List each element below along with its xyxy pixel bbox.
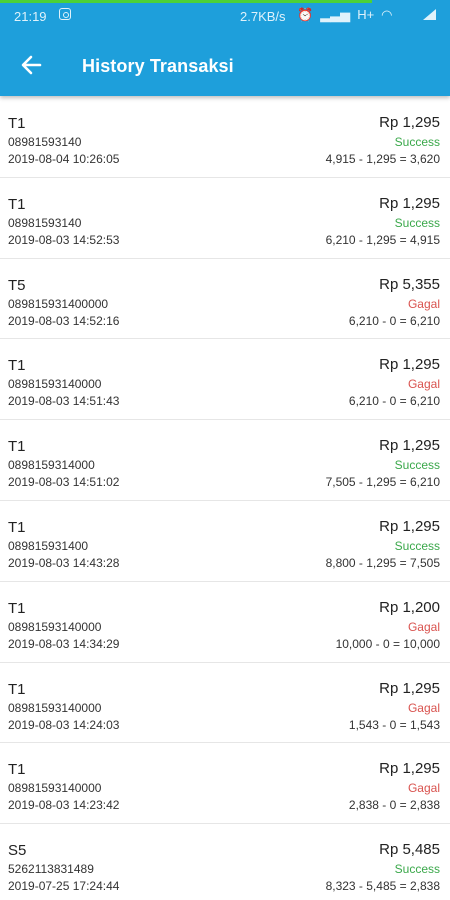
transaction-datetime: 2019-08-03 14:34:29 bbox=[8, 636, 120, 651]
phone-number: 08981593140000 bbox=[8, 781, 102, 796]
app-bar: 21:19 2.7KB/s ⏰ ▂▃▅ H+ ◠ History Transak… bbox=[0, 0, 450, 96]
status-bar: 21:19 2.7KB/s ⏰ ▂▃▅ H+ ◠ bbox=[0, 0, 450, 32]
network-speed: 2.7KB/s bbox=[240, 9, 286, 24]
transaction-amount: Rp 5,485 bbox=[379, 841, 440, 859]
product-code: S5 bbox=[8, 842, 27, 860]
product-code: T1 bbox=[8, 195, 26, 213]
transaction-amount: Rp 1,295 bbox=[379, 679, 440, 697]
balance-calculation: 10,000 - 0 = 10,000 bbox=[335, 636, 440, 651]
transaction-row[interactable]: T1 089815931400 2019-08-03 14:43:28 Rp 1,29… bbox=[0, 500, 450, 582]
transaction-datetime: 2019-08-03 14:52:16 bbox=[8, 313, 120, 328]
transaction-row[interactable]: T1 08981593140000 2019-08-03 14:24:03 Rp 1,… bbox=[0, 662, 450, 744]
transaction-row[interactable]: T1 0898159314000 2019-08-03 14:51:02 Rp 1,2… bbox=[0, 420, 450, 501]
transaction-datetime: 2019-07-25 17:24:44 bbox=[8, 879, 120, 894]
phone-number: 089815931400000 bbox=[8, 296, 109, 311]
wifi-icon: ◠ bbox=[381, 7, 393, 22]
signal-icon: ▂▃▅ bbox=[320, 7, 351, 22]
status-badge: Success bbox=[394, 458, 440, 473]
transaction-datetime: 2019-08-03 14:51:43 bbox=[8, 394, 120, 409]
battery-icon bbox=[423, 9, 436, 20]
status-badge: Gagal bbox=[407, 296, 440, 311]
transaction-row[interactable]: T1 08981593140000 2019-08-03 14:23:42 Rp 1,… bbox=[0, 743, 450, 825]
transaction-amount: Rp 1,200 bbox=[379, 598, 440, 616]
transaction-row[interactable]: T1 08981593140000 2019-08-03 14:34:29 Rp 1,… bbox=[0, 581, 450, 663]
transaction-amount: Rp 1,295 bbox=[379, 760, 440, 778]
network-H-icon: H+ bbox=[357, 7, 375, 22]
product-code: T1 bbox=[8, 761, 26, 779]
transaction-row[interactable]: T1 08981593140 2019-08-04 10:26:05 Rp 1,295… bbox=[0, 97, 450, 178]
transaction-amount: Rp 1,295 bbox=[379, 114, 440, 131]
balance-calculation: 6,210 - 0 = 6,210 bbox=[348, 313, 440, 328]
balance-calculation: 8,323 - 5,485 = 2,838 bbox=[325, 879, 440, 894]
transaction-amount: Rp 1,295 bbox=[379, 356, 440, 374]
phone-number: 08981593140000 bbox=[8, 619, 102, 634]
transaction-row[interactable]: S5 5262113831489 2019-07-25 17:24:44 Rp 5,4… bbox=[0, 824, 450, 900]
phone-number: 08981593140000 bbox=[8, 377, 102, 392]
balance-calculation: 8,800 - 1,295 = 7,505 bbox=[325, 555, 440, 570]
phone-number: 08981593140000 bbox=[8, 700, 102, 715]
instagram-icon bbox=[59, 8, 71, 20]
status-badge: Success bbox=[394, 862, 440, 877]
transaction-datetime: 2019-08-04 10:26:05 bbox=[8, 152, 120, 166]
balance-calculation: 6,210 - 1,295 = 4,915 bbox=[325, 232, 440, 247]
transaction-row[interactable]: T1 08981593140 2019-08-03 14:52:53 Rp 1,295… bbox=[0, 177, 450, 259]
transaction-datetime: 2019-08-03 14:43:28 bbox=[8, 555, 120, 570]
transaction-amount: Rp 1,295 bbox=[379, 437, 440, 455]
transaction-datetime: 2019-08-03 14:24:03 bbox=[8, 717, 120, 732]
balance-calculation: 4,915 - 1,295 = 3,620 bbox=[325, 152, 440, 166]
status-badge: Success bbox=[394, 215, 440, 230]
back-button[interactable] bbox=[14, 50, 50, 82]
status-badge: Success bbox=[394, 538, 440, 553]
transaction-datetime: 2019-08-03 14:23:42 bbox=[8, 798, 120, 813]
phone-number: 08981593140 bbox=[8, 215, 82, 230]
product-code: T5 bbox=[8, 276, 26, 294]
alarm-icon: ⏰ bbox=[297, 7, 314, 22]
balance-calculation: 2,838 - 0 = 2,838 bbox=[348, 798, 440, 813]
status-time: 21:19 bbox=[14, 9, 47, 24]
balance-calculation: 7,505 - 1,295 = 6,210 bbox=[325, 475, 440, 490]
status-badge: Gagal bbox=[407, 781, 440, 796]
status-badge: Success bbox=[394, 135, 440, 149]
product-code: T1 bbox=[8, 357, 26, 375]
product-code: T1 bbox=[8, 438, 26, 456]
balance-calculation: 6,210 - 0 = 6,210 bbox=[348, 394, 440, 409]
transaction-row[interactable]: T1 08981593140000 2019-08-03 14:51:43 Rp 1,… bbox=[0, 339, 450, 421]
phone-number: 08981593140 bbox=[8, 135, 82, 149]
transaction-list: T1 08981593140 2019-08-04 10:26:05 Rp 1,295… bbox=[0, 97, 450, 900]
transaction-datetime: 2019-08-03 14:52:53 bbox=[8, 232, 120, 247]
page-title: History Transaksi bbox=[82, 56, 234, 76]
transaction-amount: Rp 1,295 bbox=[379, 194, 440, 212]
product-code: T1 bbox=[8, 518, 26, 536]
phone-number: 5262113831489 bbox=[8, 862, 94, 877]
status-badge: Gagal bbox=[407, 700, 440, 715]
transaction-amount: Rp 5,355 bbox=[379, 275, 440, 293]
product-code: T1 bbox=[8, 115, 26, 132]
transaction-row[interactable]: T5 089815931400000 2019-08-03 14:52:16 Rp 5… bbox=[0, 258, 450, 340]
balance-calculation: 1,543 - 0 = 1,543 bbox=[348, 717, 440, 732]
product-code: T1 bbox=[8, 680, 26, 698]
status-badge: Gagal bbox=[407, 619, 440, 634]
back-arrow-icon bbox=[21, 55, 42, 75]
status-icons: ⏰ ▂▃▅ H+ ◠ bbox=[297, 7, 393, 23]
phone-number: 0898159314000 bbox=[8, 458, 95, 473]
phone-number: 089815931400 bbox=[8, 538, 89, 553]
status-badge: Gagal bbox=[407, 377, 440, 392]
product-code: T1 bbox=[8, 599, 26, 617]
transaction-datetime: 2019-08-03 14:51:02 bbox=[8, 475, 120, 490]
transaction-amount: Rp 1,295 bbox=[379, 517, 440, 535]
